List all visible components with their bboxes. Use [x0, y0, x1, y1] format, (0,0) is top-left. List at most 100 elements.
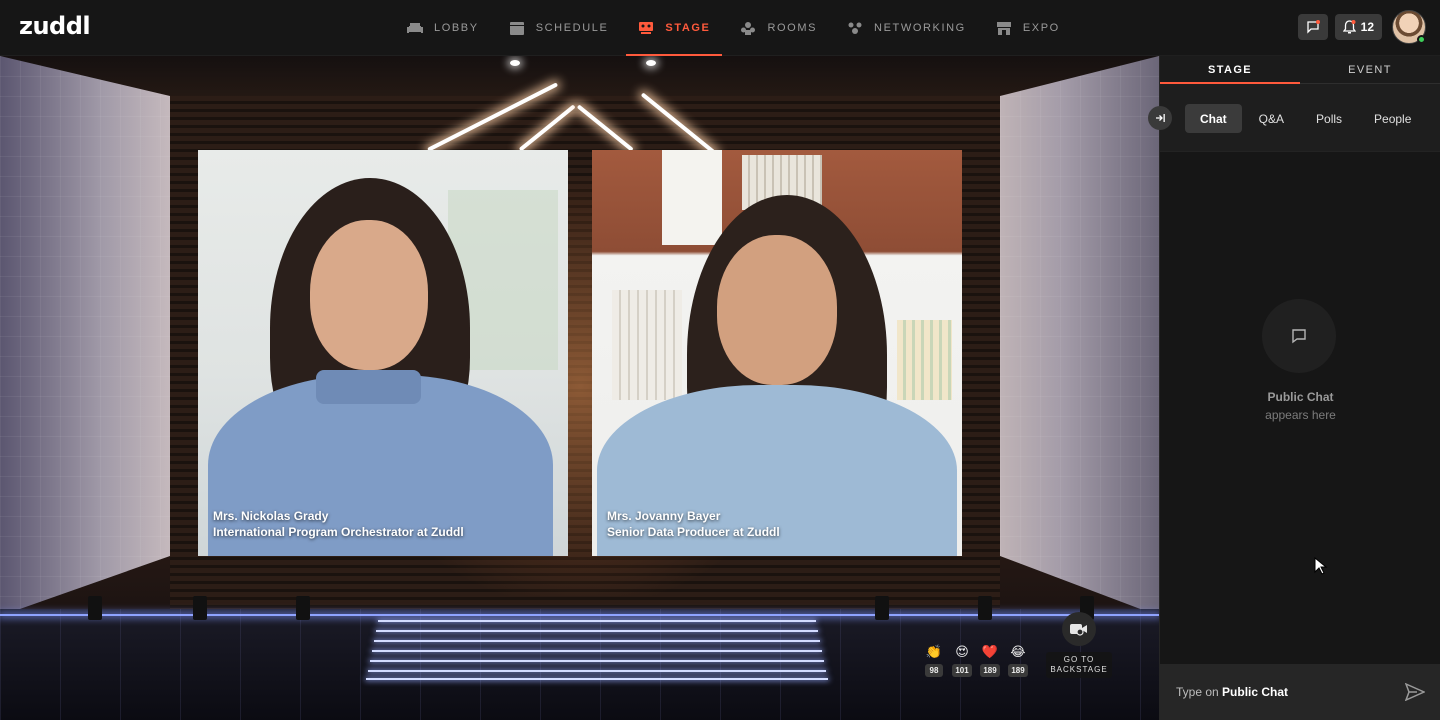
expo-icon: [996, 22, 1011, 35]
subtab-chat[interactable]: Chat: [1185, 104, 1242, 133]
online-status-indicator: [1417, 35, 1426, 44]
nav-schedule[interactable]: SCHEDULE: [497, 0, 621, 56]
step-light: [376, 630, 818, 632]
backstage-label: GO TO BACKSTAGE: [1046, 652, 1112, 678]
chat-input-target: Public Chat: [1222, 685, 1289, 699]
header-actions: 12: [1297, 10, 1426, 44]
step-light: [374, 640, 820, 642]
speaker-face: [310, 220, 428, 370]
speaker-title: International Program Orchestrator at Zu…: [213, 525, 464, 539]
reaction-bar: 👏 98 😍 101 ❤️ 189 😂 189: [920, 644, 1032, 677]
speaker-caption: Mrs. Jovanny Bayer Senior Data Producer …: [607, 508, 780, 540]
panel-subtabs: Chat Q&A Polls People: [1185, 104, 1428, 133]
nav-stage[interactable]: STAGE: [626, 0, 723, 56]
speaker-face: [717, 235, 837, 385]
nav-networking[interactable]: NETWORKING: [835, 0, 978, 56]
reaction-heart[interactable]: ❤️ 189: [976, 644, 1004, 677]
reaction-laugh[interactable]: 😂 189: [1004, 644, 1032, 677]
send-icon[interactable]: [1405, 683, 1425, 701]
stage-right-wall: [1000, 56, 1159, 616]
go-to-backstage-button[interactable]: GO TO BACKSTAGE: [1046, 612, 1112, 678]
backstage-label-line1: GO TO: [1063, 655, 1095, 664]
reaction-clap[interactable]: 👏 98: [920, 644, 948, 677]
panel-tabs: STAGE EVENT: [1160, 56, 1440, 84]
chat-bubble-icon: [1292, 329, 1306, 344]
sweater-collar: [316, 370, 421, 404]
subtab-qa[interactable]: Q&A: [1244, 104, 1299, 133]
step-light: [366, 678, 828, 680]
stage-light-post: [978, 596, 992, 620]
books: [897, 320, 952, 400]
bookshelf: [662, 150, 722, 245]
chat-input[interactable]: Type on Public Chat: [1176, 685, 1405, 699]
empty-chat-icon-circle: [1262, 299, 1336, 373]
mouse-cursor-icon: [1314, 557, 1328, 575]
chat-area: Public Chat appears here: [1160, 152, 1440, 664]
clap-icon: 👏: [925, 644, 943, 659]
tab-event[interactable]: EVENT: [1300, 56, 1440, 84]
collapse-arrow-icon: [1156, 114, 1165, 122]
collapse-panel-button[interactable]: [1148, 106, 1172, 130]
message-icon: [1306, 20, 1320, 34]
stage-light-post: [193, 596, 207, 620]
notifications-button[interactable]: 12: [1334, 14, 1382, 40]
step-light: [370, 660, 824, 662]
panel-subtab-bar: Chat Q&A Polls People: [1148, 84, 1440, 152]
virtual-stage: Mrs. Nickolas Grady International Progra…: [0, 56, 1159, 720]
nav-networking-label: NETWORKING: [874, 22, 966, 34]
heart-icon: ❤️: [981, 644, 999, 659]
heart-eyes-icon: 😍: [955, 644, 969, 659]
speaker-title: Senior Data Producer at Zuddl: [607, 525, 780, 539]
speaker-video-tile[interactable]: Mrs. Nickolas Grady International Progra…: [198, 150, 568, 556]
reaction-count: 98: [925, 664, 943, 677]
stage-light-post: [875, 596, 889, 620]
nav-lobby[interactable]: LOBBY: [395, 0, 491, 56]
nav-expo-label: EXPO: [1022, 22, 1060, 34]
speaker-caption: Mrs. Nickolas Grady International Progra…: [213, 508, 464, 540]
chat-composer[interactable]: Type on Public Chat: [1160, 664, 1440, 720]
main-nav: LOBBY SCHEDULE STAGE ROOMS NETWORKING EX…: [395, 0, 1078, 56]
empty-chat-subtitle: appears here: [1265, 408, 1336, 422]
subtab-people[interactable]: People: [1359, 104, 1426, 133]
backstage-label-line2: BACKSTAGE: [1050, 665, 1108, 674]
nav-expo[interactable]: EXPO: [984, 0, 1072, 56]
nav-lobby-label: LOBBY: [434, 22, 479, 34]
nav-rooms-label: ROOMS: [767, 22, 818, 34]
chat-input-prefix: Type on: [1176, 685, 1219, 699]
zuddl-logo[interactable]: zuddl: [19, 12, 91, 40]
notifications-count: 12: [1360, 20, 1374, 34]
nav-rooms[interactable]: ROOMS: [728, 0, 829, 56]
backstage-icon-circle: [1062, 612, 1096, 646]
sofa-icon: [407, 23, 423, 33]
side-panel: STAGE EVENT Chat Q&A Polls People Public…: [1148, 56, 1440, 720]
step-light: [368, 670, 826, 672]
empty-chat-title: Public Chat: [1267, 390, 1334, 404]
user-avatar[interactable]: [1392, 10, 1426, 44]
messages-button[interactable]: [1297, 14, 1328, 40]
video-camera-settings-icon: [1070, 624, 1087, 636]
bell-icon: [1342, 20, 1356, 34]
subtab-polls[interactable]: Polls: [1301, 104, 1357, 133]
speaker-video-tile[interactable]: Mrs. Jovanny Bayer Senior Data Producer …: [592, 150, 962, 556]
nav-stage-label: STAGE: [665, 22, 711, 34]
reaction-count: 189: [980, 664, 1000, 677]
speaker-name: Mrs. Jovanny Bayer: [607, 509, 721, 523]
calendar-icon: [509, 22, 524, 35]
tab-stage[interactable]: STAGE: [1160, 56, 1300, 84]
reaction-count: 101: [952, 664, 972, 677]
stage-light-post: [88, 596, 102, 620]
stage-icon: [639, 22, 654, 34]
step-light: [372, 650, 822, 652]
laugh-icon: 😂: [1010, 644, 1026, 659]
speaker-name: Mrs. Nickolas Grady: [213, 509, 329, 523]
reaction-heart-eyes[interactable]: 😍 101: [948, 644, 976, 677]
stage-left-wall: [0, 56, 170, 616]
spotlight: [510, 60, 520, 66]
top-bar: zuddl LOBBY SCHEDULE STAGE ROOMS NETWORK…: [0, 0, 1440, 56]
stage-steps: [366, 616, 828, 680]
stage-light-post: [296, 596, 310, 620]
rooms-icon: [741, 22, 756, 35]
nav-schedule-label: SCHEDULE: [535, 22, 609, 34]
books: [612, 290, 682, 400]
spotlight: [646, 60, 656, 66]
